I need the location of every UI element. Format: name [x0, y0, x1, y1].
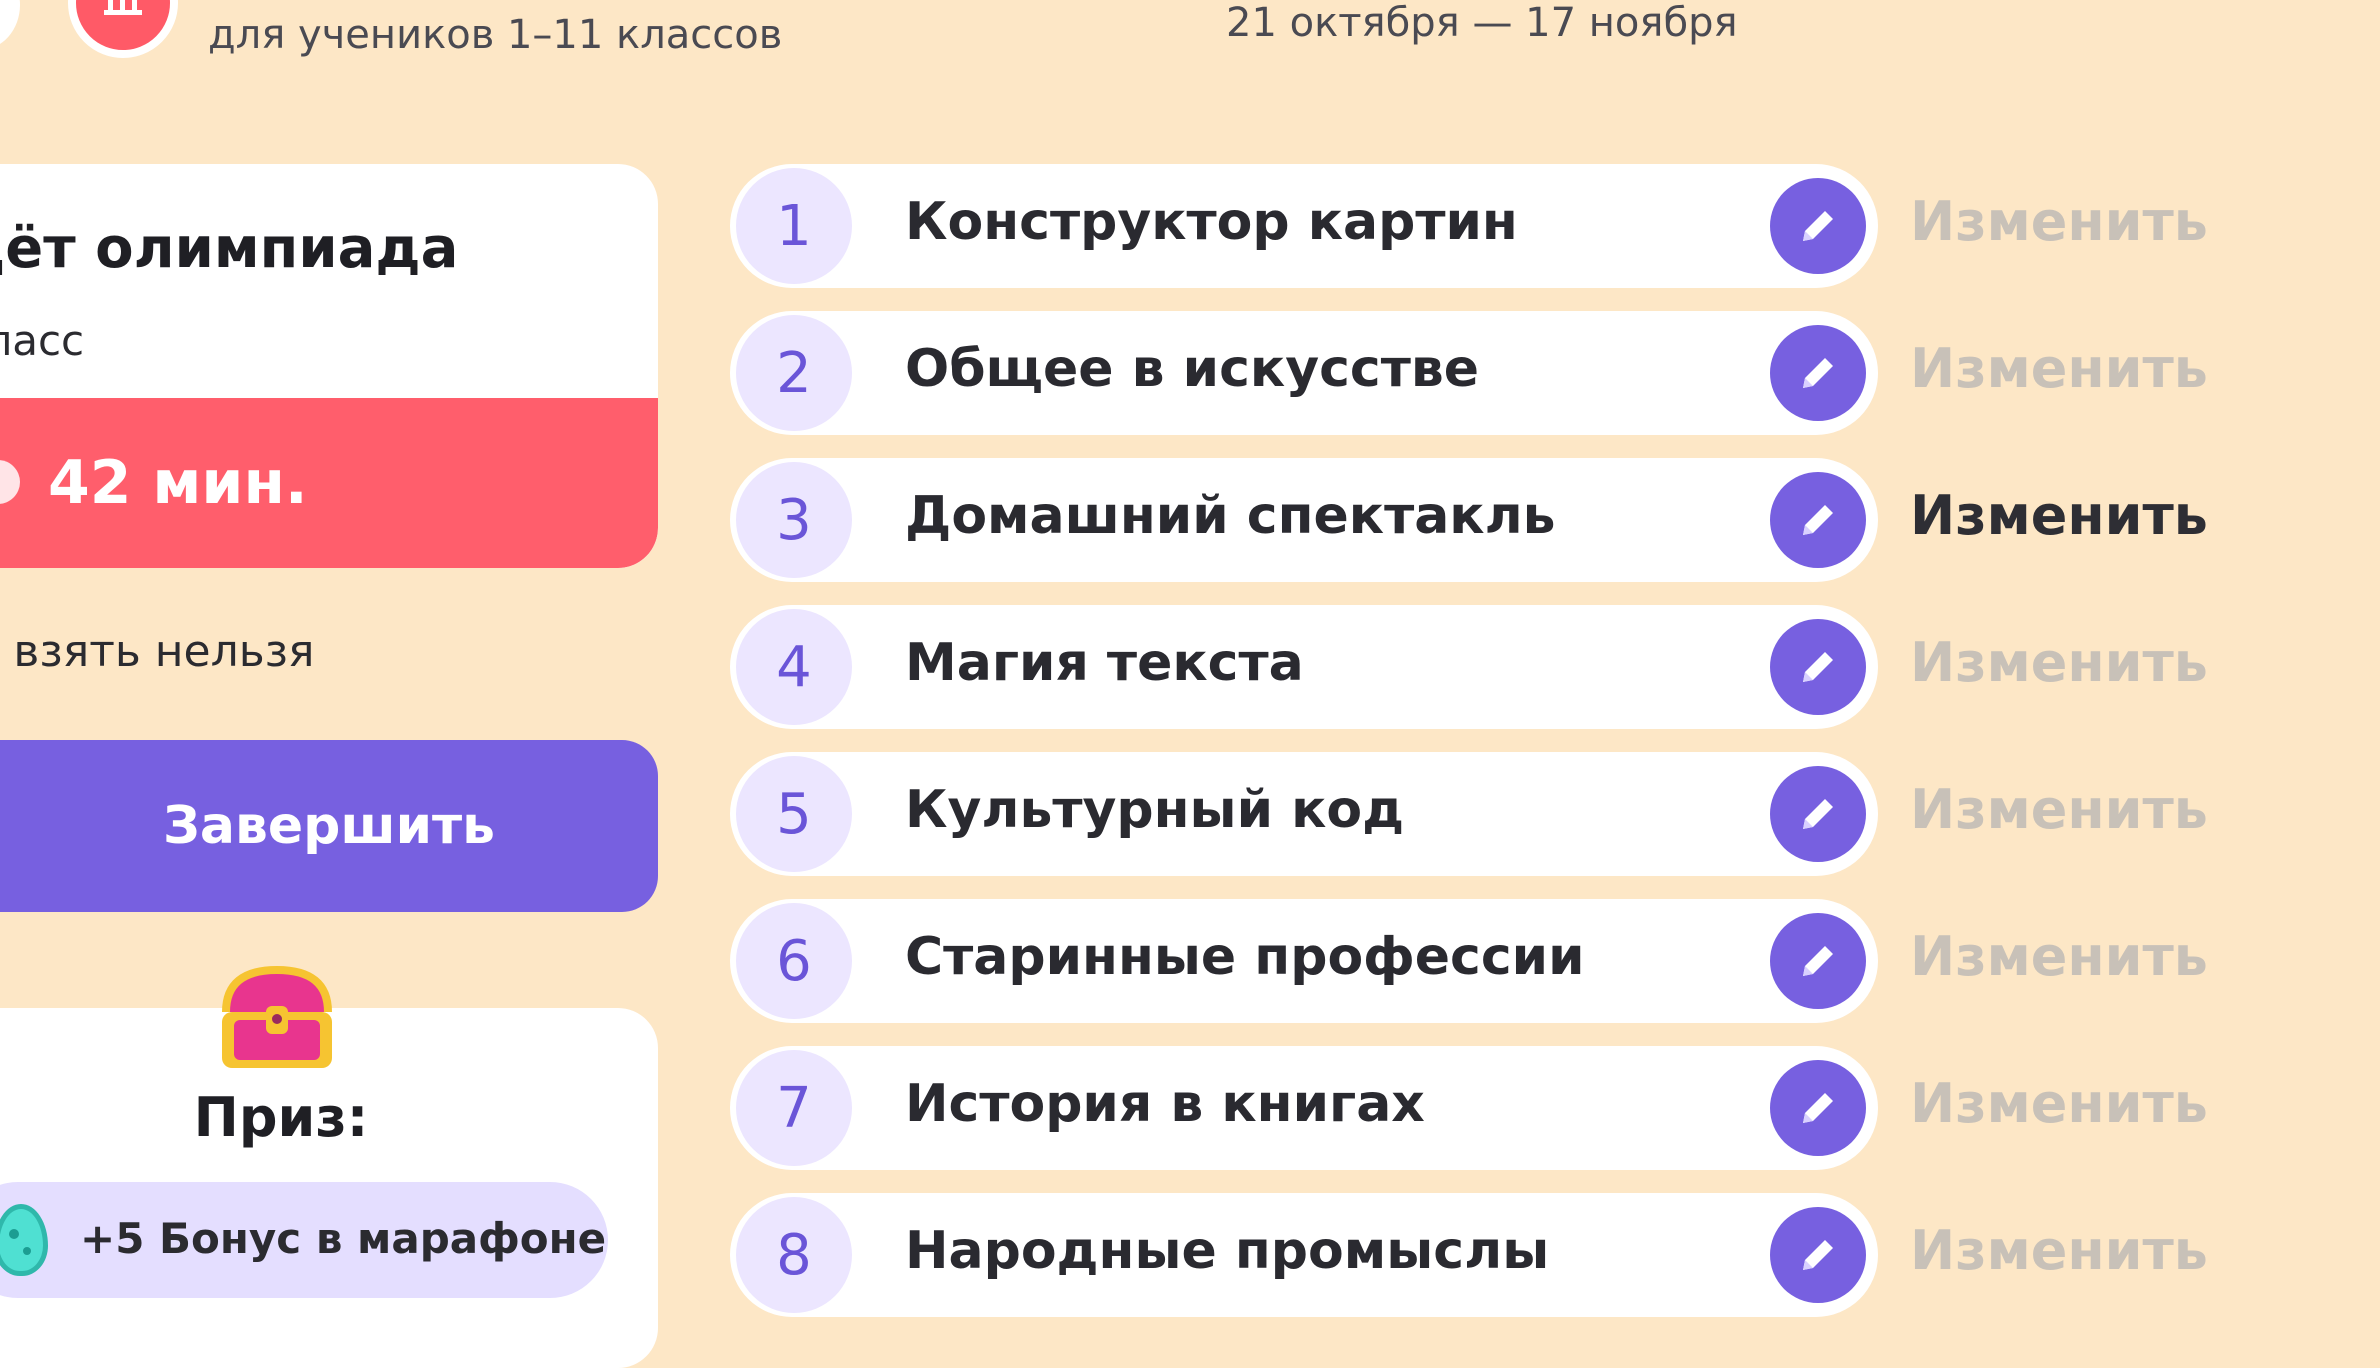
edit-label[interactable]: Изменить — [1910, 1219, 2208, 1282]
edit-button[interactable] — [1770, 766, 1866, 862]
edit-button[interactable] — [1770, 472, 1866, 568]
pencil-icon — [1803, 799, 1833, 829]
timer-text: 42 мин. — [48, 448, 308, 518]
pencil-icon — [1803, 1240, 1833, 1270]
pencil-icon — [1803, 652, 1833, 682]
task-title: Домашний спектакль — [905, 486, 1556, 546]
task-title: Культурный код — [905, 780, 1405, 840]
edit-button[interactable] — [1770, 1060, 1866, 1156]
warning-text: зу взять нельзя — [0, 626, 315, 677]
edit-button[interactable] — [1770, 325, 1866, 421]
pencil-icon — [1803, 211, 1833, 241]
prize-bonus-text: +5 Бонус в марафоне — [80, 1214, 607, 1263]
museum-logo-icon — [68, 0, 178, 58]
task-title: Магия текста — [905, 633, 1304, 693]
task-row[interactable]: 2 Общее в искусстве Изменить — [730, 311, 2208, 435]
clock-icon — [0, 460, 20, 504]
olympiad-dates: 21 октября — 17 ноября — [1226, 0, 1738, 46]
task-row[interactable]: 6 Старинные профессии Изменить — [730, 899, 2208, 1023]
timer-box: 42 мин. — [0, 398, 658, 568]
task-number: 7 — [736, 1050, 852, 1166]
task-number: 3 — [736, 462, 852, 578]
pencil-icon — [1803, 358, 1833, 388]
edit-button[interactable] — [1770, 1207, 1866, 1303]
edit-button[interactable] — [1770, 619, 1866, 715]
edit-label[interactable]: Изменить — [1910, 337, 2208, 400]
chest-icon — [222, 965, 332, 1068]
pencil-icon — [1803, 946, 1833, 976]
grade-label: класс — [0, 316, 85, 365]
edit-label[interactable]: Изменить — [1910, 484, 2208, 547]
task-row[interactable]: 4 Магия текста Изменить — [730, 605, 2208, 729]
task-title: Общее в искусстве — [905, 339, 1480, 399]
edit-label[interactable]: Изменить — [1910, 631, 2208, 694]
task-title: История в книгах — [905, 1074, 1425, 1134]
task-number: 8 — [736, 1197, 852, 1313]
task-row[interactable]: 7 История в книгах Изменить — [730, 1046, 2208, 1170]
edit-label[interactable]: Изменить — [1910, 925, 2208, 988]
olympiad-subtitle: для учеников 1–11 классов — [208, 12, 783, 58]
task-row[interactable]: 8 Народные промыслы Изменить — [730, 1193, 2208, 1317]
task-number: 5 — [736, 756, 852, 872]
status-card: дёт олимпиада класс 42 мин. — [0, 164, 658, 568]
edit-label[interactable]: Изменить — [1910, 190, 2208, 253]
prize-label: Приз: — [193, 1086, 369, 1149]
task-title: Конструктор картин — [905, 192, 1518, 252]
pencil-icon — [1803, 505, 1833, 535]
task-title: Старинные профессии — [905, 927, 1585, 987]
profile-edge — [0, 0, 20, 50]
task-row[interactable]: 3 Домашний спектакль Изменить — [730, 458, 2208, 582]
edit-label[interactable]: Изменить — [1910, 778, 2208, 841]
task-row[interactable]: 1 Конструктор картин Изменить — [730, 164, 2208, 288]
task-number: 4 — [736, 609, 852, 725]
task-number: 1 — [736, 168, 852, 284]
pencil-icon — [1803, 1093, 1833, 1123]
task-number: 2 — [736, 315, 852, 431]
finish-button[interactable]: Завершить — [0, 740, 658, 912]
task-number: 6 — [736, 903, 852, 1019]
edit-label[interactable]: Изменить — [1910, 1072, 2208, 1135]
task-row[interactable]: 5 Культурный код Изменить — [730, 752, 2208, 876]
status-title: дёт олимпиада — [0, 216, 459, 281]
edit-button[interactable] — [1770, 178, 1866, 274]
task-title: Народные промыслы — [905, 1221, 1550, 1281]
edit-button[interactable] — [1770, 913, 1866, 1009]
